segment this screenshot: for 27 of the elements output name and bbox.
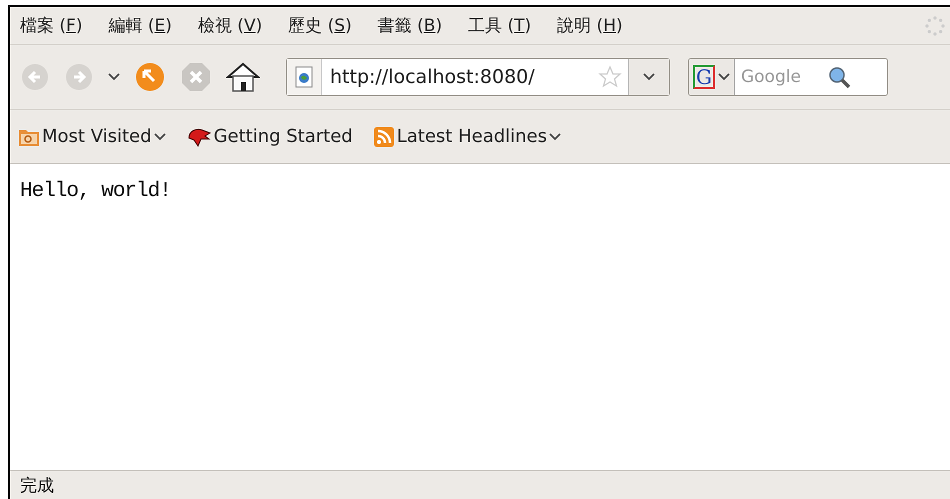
dropdown-caret-icon [643, 73, 655, 81]
bookmark-item[interactable]: Getting Started [186, 126, 353, 148]
menu-item[interactable]: 歷史 (S) [288, 14, 364, 37]
search-field[interactable]: G Google [688, 58, 888, 96]
search-icon[interactable] [826, 65, 851, 89]
caret-icon [718, 73, 730, 81]
bookmark-item[interactable]: Latest Headlines [372, 126, 562, 148]
menu-item[interactable]: 說明 (H) [557, 14, 635, 37]
caret-icon [154, 132, 166, 140]
page-icon [295, 66, 313, 88]
caret-icon [549, 132, 562, 140]
reload-button[interactable] [134, 61, 166, 93]
status-text: 完成 [20, 474, 54, 496]
address-bar[interactable]: http://localhost:8080/ [286, 58, 670, 96]
home-button[interactable] [226, 61, 260, 93]
star-icon[interactable] [598, 65, 622, 89]
feed-icon [372, 126, 395, 148]
page-text: Hello, world! [20, 180, 171, 203]
menu-item[interactable]: 檢視 (V) [198, 14, 274, 37]
menu-item[interactable]: 書籤 (B) [378, 14, 454, 37]
history-caret-icon [108, 73, 120, 81]
throbber-icon [924, 14, 946, 36]
search-engine-logo[interactable]: G [693, 65, 715, 89]
menu-item[interactable]: 編輯 (E) [108, 14, 184, 37]
menu-item[interactable]: 檔案 (F) [20, 14, 94, 37]
bookmark-item[interactable]: Most Visited [18, 126, 166, 148]
menu-item[interactable]: 工具 (T) [468, 14, 544, 37]
